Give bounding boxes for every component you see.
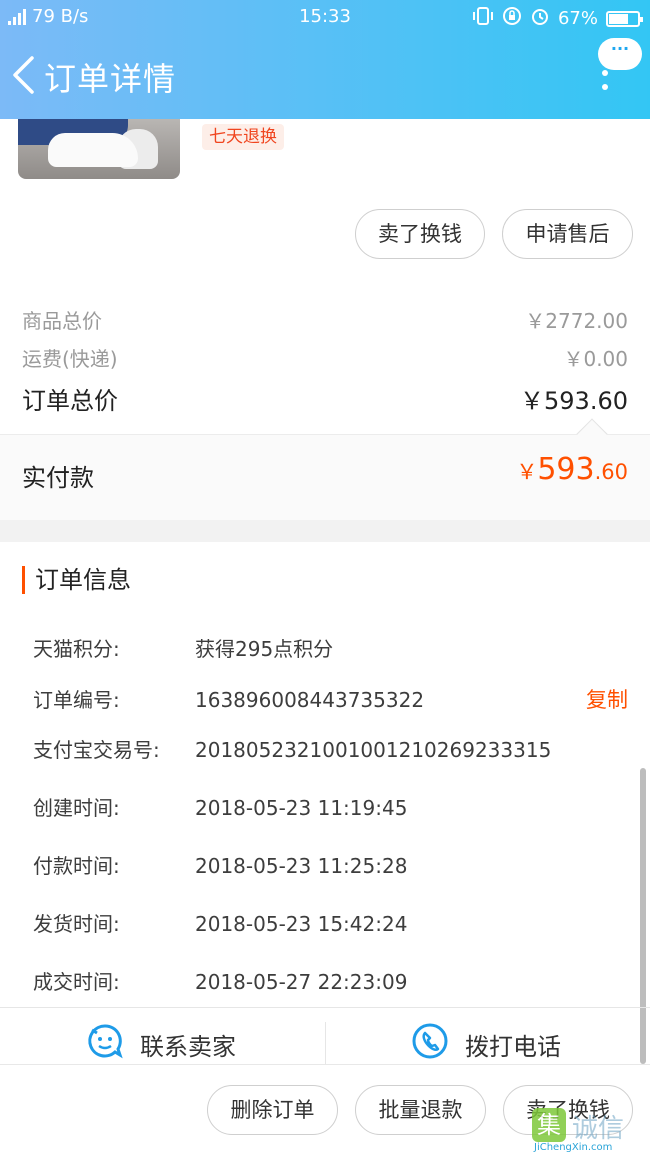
info-label: 天猫积分: — [33, 637, 120, 661]
delete-order-button[interactable]: 删除订单 — [207, 1085, 338, 1135]
order-total-row: 订单总价 ￥593.60 — [22, 381, 628, 416]
shipping-row: 运费(快递) ￥0.00 — [22, 343, 628, 372]
contact-divider — [0, 1007, 650, 1008]
info-value: 2018-05-23 15:42:24 — [195, 912, 408, 936]
goods-total-row: 商品总价 ￥2772.00 — [22, 305, 628, 334]
contact-separator — [325, 1022, 326, 1064]
chevron-left-icon — [13, 56, 34, 94]
back-button[interactable] — [10, 56, 36, 94]
goods-total-value: ￥2772.00 — [525, 309, 628, 333]
info-row-created: 创建时间: 2018-05-23 11:19:45 — [33, 792, 407, 821]
page-title: 订单详情 — [44, 60, 177, 98]
watermark-mark: 集 — [532, 1108, 566, 1142]
alarm-icon — [530, 6, 550, 31]
lock-rotation-icon — [502, 6, 522, 31]
shipping-label: 运费(快递) — [22, 347, 118, 371]
info-row-paid: 付款时间: 2018-05-23 11:25:28 — [33, 850, 407, 879]
message-bubble-icon: ··· — [598, 38, 642, 70]
order-total-value: ￥593.60 — [520, 387, 628, 415]
info-value: 2018-05-23 11:19:45 — [195, 796, 408, 820]
info-value[interactable]: 163896008443735322 — [195, 688, 424, 712]
info-label: 发货时间: — [33, 912, 120, 936]
info-label: 支付宝交易号: — [33, 738, 160, 762]
status-right: 67% — [472, 6, 643, 31]
phone-icon — [411, 1022, 449, 1066]
info-label: 成交时间: — [33, 970, 120, 994]
info-label: 创建时间: — [33, 796, 120, 820]
vibrate-icon — [472, 6, 494, 31]
watermark-text: 诚信 — [572, 1114, 625, 1144]
watermark-logo: 集 诚信 JiChengXin.com — [532, 1106, 642, 1153]
seven-day-return-tag: 七天退换 — [202, 124, 284, 150]
battery-percent: 67% — [557, 8, 598, 29]
info-value: 2018-05-27 22:23:09 — [195, 970, 408, 994]
paid-decimal: .60 — [594, 460, 628, 484]
paid-integer: 593 — [537, 452, 595, 487]
chat-icon — [86, 1022, 124, 1066]
order-info-title: 订单信息 — [22, 566, 131, 594]
sell-for-cash-button[interactable]: 卖了换钱 — [355, 209, 485, 259]
call-phone-button[interactable]: 拨打电话 — [411, 1022, 561, 1066]
info-value: 2018052321001001210269233315 — [195, 738, 552, 762]
goods-total-label: 商品总价 — [22, 309, 102, 333]
contact-seller-label: 联系卖家 — [140, 1032, 236, 1061]
watermark-url: JiChengXin.com — [534, 1142, 613, 1153]
info-row-order-number: 订单编号: 163896008443735322 — [33, 684, 424, 713]
contact-seller-button[interactable]: 联系卖家 — [86, 1024, 236, 1064]
info-label: 订单编号: — [33, 688, 120, 712]
info-row-shipped: 发货时间: 2018-05-23 15:42:24 — [33, 908, 407, 937]
battery-icon — [606, 10, 643, 27]
order-total-label: 订单总价 — [22, 387, 118, 415]
status-bar: 79 B/s 15:33 67% — [0, 0, 650, 34]
shipping-value: ￥0.00 — [563, 347, 628, 371]
info-row-points: 天猫积分: 获得295点积分 — [33, 633, 333, 662]
scrollbar[interactable] — [640, 768, 646, 1064]
copy-order-number-button[interactable]: 复制 — [586, 684, 628, 714]
section-divider — [0, 520, 650, 542]
paid-label: 实付款 — [22, 464, 94, 492]
more-menu-button[interactable]: ··· — [598, 38, 642, 92]
call-phone-label: 拨打电话 — [465, 1032, 561, 1061]
info-row-alipay-number: 支付宝交易号: 2018052321001001210269233315 — [33, 734, 551, 763]
info-value: 获得295点积分 — [195, 637, 334, 661]
more-dots-icon — [602, 70, 608, 98]
info-row-completed: 成交时间: 2018-05-27 22:23:09 — [33, 966, 407, 995]
info-value: 2018-05-23 11:25:28 — [195, 854, 408, 878]
batch-refund-button[interactable]: 批量退款 — [355, 1085, 486, 1135]
product-thumbnail[interactable] — [18, 119, 180, 179]
paid-amount: ￥593.60 — [516, 452, 628, 487]
battery-level — [609, 13, 628, 24]
paid-currency: ￥ — [516, 460, 538, 484]
after-sale-button[interactable]: 申请售后 — [502, 209, 633, 259]
app-header: 79 B/s 15:33 67% 订单详情 ··· — [0, 0, 650, 119]
info-label: 付款时间: — [33, 854, 120, 878]
